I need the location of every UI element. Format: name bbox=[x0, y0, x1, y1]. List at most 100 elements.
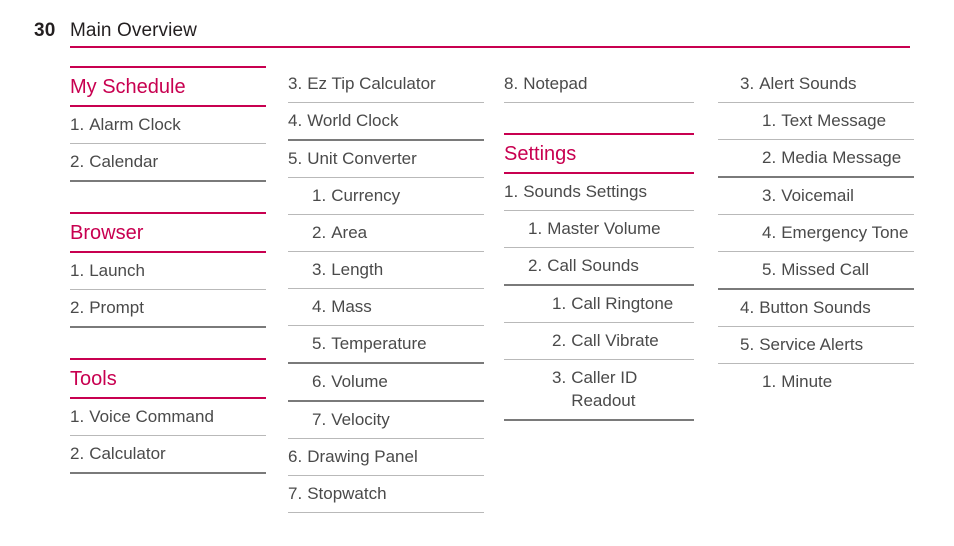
toc-entry-number: 1. bbox=[70, 407, 85, 426]
toc-entry[interactable]: 3. Alert Sounds bbox=[718, 66, 914, 103]
toc-entry[interactable]: 3. Length bbox=[288, 252, 484, 289]
toc-entry[interactable]: 1. Sounds Settings bbox=[504, 174, 694, 211]
toc-entry-label: Currency bbox=[331, 186, 401, 205]
toc-entry-number: 1. bbox=[312, 186, 327, 205]
toc-entry[interactable]: 2. Media Message bbox=[718, 140, 914, 178]
toc-entry[interactable]: 1. Alarm Clock bbox=[70, 107, 266, 144]
toc-entry-number: 2. bbox=[762, 148, 777, 167]
toc-entry[interactable]: 6. Volume bbox=[288, 364, 484, 402]
toc-entry[interactable]: 2. Call Sounds bbox=[504, 248, 694, 286]
header-divider bbox=[70, 46, 910, 48]
toc-entry[interactable]: 1. Master Volume bbox=[504, 211, 694, 248]
toc-column-1: My Schedule 1. Alarm Clock 2. Calendar Browse… bbox=[70, 66, 266, 474]
toc-list: 3. Alert Sounds 1. Text Message 2. Media Mess… bbox=[718, 66, 914, 400]
toc-entry[interactable]: 1. Launch bbox=[70, 253, 266, 290]
page-title: Main Overview bbox=[70, 20, 197, 41]
toc-entry-label: Minute bbox=[781, 372, 833, 391]
toc-entry-number: 4. bbox=[762, 223, 777, 242]
toc-entry-label: Missed Call bbox=[781, 260, 870, 279]
toc-entry-label: Caller ID Readout bbox=[571, 368, 638, 410]
toc-entry-number: 4. bbox=[740, 298, 755, 317]
toc-entry-label: Area bbox=[331, 223, 368, 242]
toc-column-2: 3. Ez Tip Calculator 4. World Clock 5. Unit C… bbox=[288, 66, 484, 513]
toc-entry[interactable]: 1. Voice Command bbox=[70, 399, 266, 436]
toc-entry[interactable]: 7. Velocity bbox=[288, 402, 484, 439]
toc-entry-label: Alert Sounds bbox=[759, 74, 857, 93]
toc-entry[interactable]: 2. Call Vibrate bbox=[504, 323, 694, 360]
toc-entry-number: 2. bbox=[70, 298, 85, 317]
toc-entry-number: 5. bbox=[288, 149, 303, 168]
toc-entry[interactable]: 1. Text Message bbox=[718, 103, 914, 140]
toc-list: 3. Ez Tip Calculator 4. World Clock 5. Unit C… bbox=[288, 66, 484, 513]
toc-entry[interactable]: 5. Missed Call bbox=[718, 252, 914, 290]
toc-entry[interactable]: 5. Temperature bbox=[288, 326, 484, 364]
toc-entry[interactable]: 4. Emergency Tone bbox=[718, 215, 914, 252]
toc-entry[interactable]: 4. Button Sounds bbox=[718, 290, 914, 327]
toc-entry-number: 1. bbox=[70, 261, 85, 280]
toc-entry-label: Notepad bbox=[523, 74, 588, 93]
toc-entry-number: 7. bbox=[312, 410, 327, 429]
toc-entry-label: Alarm Clock bbox=[89, 115, 181, 134]
toc-entry-label: Ez Tip Calculator bbox=[307, 74, 436, 93]
toc-entry-number: 6. bbox=[288, 447, 303, 466]
toc-entry-number: 2. bbox=[70, 444, 85, 463]
toc-entry-label: Unit Converter bbox=[307, 149, 417, 168]
toc-entry[interactable]: 1. Call Ringtone bbox=[504, 286, 694, 323]
toc-entry-number: 7. bbox=[288, 484, 303, 503]
toc-entry[interactable]: 4. World Clock bbox=[288, 103, 484, 141]
toc-entry-label: Length bbox=[331, 260, 384, 279]
toc-column-3: 8. Notepad Settings 1. Sounds Settings 1. Mast… bbox=[504, 66, 694, 421]
toc-section: Settings 1. Sounds Settings 1. Master Volume… bbox=[504, 133, 694, 421]
toc-entry-label: Voicemail bbox=[781, 186, 854, 205]
toc-entry-label: Button Sounds bbox=[759, 298, 871, 317]
toc-entry-label: Drawing Panel bbox=[307, 447, 418, 466]
toc-entry-label: Service Alerts bbox=[759, 335, 864, 354]
toc-entry[interactable]: 3. Caller ID Readout bbox=[504, 360, 694, 421]
toc-entry[interactable]: 6. Drawing Panel bbox=[288, 439, 484, 476]
toc-entry[interactable]: 3. Voicemail bbox=[718, 178, 914, 215]
section-heading: Settings bbox=[504, 133, 694, 174]
page-number: 30 bbox=[34, 20, 56, 41]
toc-entry[interactable]: 2. Prompt bbox=[70, 290, 266, 328]
toc-entry[interactable]: 2. Area bbox=[288, 215, 484, 252]
toc-entry[interactable]: 1. Currency bbox=[288, 178, 484, 215]
toc-entry-number: 3. bbox=[552, 368, 567, 387]
toc-entry[interactable]: 2. Calendar bbox=[70, 144, 266, 182]
toc-section: My Schedule 1. Alarm Clock 2. Calendar bbox=[70, 66, 266, 182]
toc-entry-number: 1. bbox=[762, 111, 777, 130]
toc-entry-label: Call Vibrate bbox=[571, 331, 659, 350]
toc-entry-number: 4. bbox=[312, 297, 327, 316]
toc-entry-number: 5. bbox=[740, 335, 755, 354]
toc-entry[interactable]: 1. Minute bbox=[718, 364, 914, 400]
toc-entry-number: 1. bbox=[762, 372, 777, 391]
toc-entry-label: Velocity bbox=[331, 410, 390, 429]
toc-entry[interactable]: 3. Ez Tip Calculator bbox=[288, 66, 484, 103]
toc-column-4: 3. Alert Sounds 1. Text Message 2. Media Mess… bbox=[718, 66, 914, 400]
toc-entry-label: Temperature bbox=[331, 334, 427, 353]
toc-entry[interactable]: 7. Stopwatch bbox=[288, 476, 484, 513]
toc-entry-number: 2. bbox=[70, 152, 85, 171]
toc-entry-number: 8. bbox=[504, 74, 519, 93]
toc-entry-number: 6. bbox=[312, 372, 327, 391]
toc-entry-label: Calculator bbox=[89, 444, 166, 463]
toc-section: Tools 1. Voice Command 2. Calculator bbox=[70, 358, 266, 474]
toc-entry-number: 3. bbox=[288, 74, 303, 93]
toc-list: 8. Notepad bbox=[504, 66, 694, 103]
toc-section: Browser 1. Launch 2. Prompt bbox=[70, 212, 266, 328]
toc-entry-number: 2. bbox=[528, 256, 543, 275]
toc-entry[interactable]: 5. Unit Converter bbox=[288, 141, 484, 178]
toc-entry[interactable]: 2. Calculator bbox=[70, 436, 266, 474]
toc-entry-label: Media Message bbox=[781, 148, 902, 167]
toc-entry[interactable]: 4. Mass bbox=[288, 289, 484, 326]
toc-entry-label: Calendar bbox=[89, 152, 159, 171]
toc-entry-label: Master Volume bbox=[547, 219, 661, 238]
toc-entry[interactable]: 5. Service Alerts bbox=[718, 327, 914, 364]
toc-entry[interactable]: 8. Notepad bbox=[504, 66, 694, 103]
toc-entry-label: Launch bbox=[89, 261, 145, 280]
toc-entry-number: 5. bbox=[762, 260, 777, 279]
toc-entry-number: 4. bbox=[288, 111, 303, 130]
toc-entry-label: Sounds Settings bbox=[523, 182, 647, 201]
toc-entry-number: 2. bbox=[552, 331, 567, 350]
